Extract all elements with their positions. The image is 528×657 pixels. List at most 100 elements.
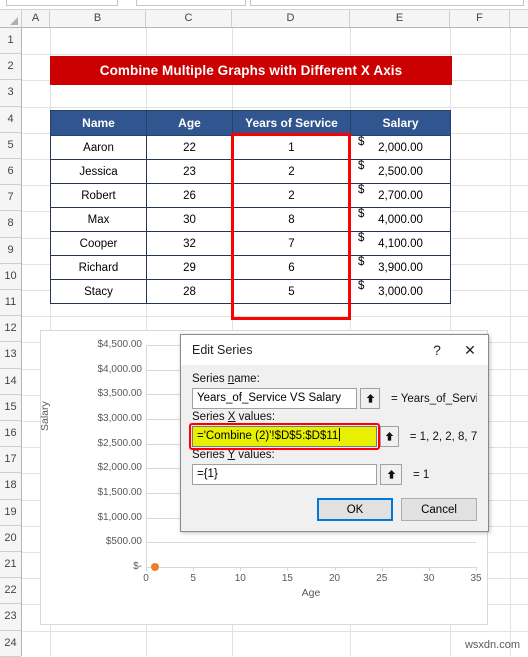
chart-y-tick-label: $- bbox=[133, 561, 142, 572]
chart-data-point[interactable] bbox=[151, 563, 160, 571]
cell-years-of-service[interactable]: 7 bbox=[232, 231, 351, 256]
column-header-C[interactable]: C bbox=[146, 10, 232, 27]
cell-age[interactable]: 29 bbox=[146, 255, 233, 280]
cell-age[interactable]: 28 bbox=[146, 279, 233, 304]
cell-years-of-service[interactable]: 5 bbox=[232, 279, 351, 304]
chart-x-tick-label: 0 bbox=[143, 573, 149, 584]
chart-x-tick-label: 5 bbox=[190, 573, 196, 584]
row-header-7[interactable]: 7 bbox=[0, 185, 21, 212]
series-y-input[interactable]: ={1} bbox=[192, 464, 377, 485]
chart-y-tick-label: $2,500.00 bbox=[97, 437, 143, 449]
cell-years-of-service[interactable]: 6 bbox=[232, 255, 351, 280]
cell-name[interactable]: Stacy bbox=[50, 279, 147, 304]
series-y-label: Series Y values: bbox=[192, 449, 275, 461]
column-header-D[interactable]: D bbox=[232, 10, 350, 27]
cell-age[interactable]: 26 bbox=[146, 183, 233, 208]
series-y-preview: = 1 bbox=[413, 468, 430, 481]
collapse-dialog-button-name[interactable] bbox=[360, 388, 381, 409]
row-header-16[interactable]: 16 bbox=[0, 421, 21, 448]
cell-age[interactable]: 22 bbox=[146, 135, 233, 160]
column-header-F[interactable]: F bbox=[450, 10, 510, 27]
table-row: Stacy 28 5 $3,000.00 bbox=[50, 279, 451, 304]
row-header-8[interactable]: 8 bbox=[0, 211, 21, 238]
cell-salary[interactable]: $3,000.00 bbox=[350, 279, 451, 304]
collapse-dialog-button-y[interactable] bbox=[380, 464, 402, 485]
row-header-3[interactable]: 3 bbox=[0, 80, 21, 107]
currency-symbol: $ bbox=[358, 232, 365, 244]
row-header-1[interactable]: 1 bbox=[0, 28, 21, 55]
series-y-row: ={1} = 1 bbox=[192, 464, 477, 485]
row-header-14[interactable]: 14 bbox=[0, 368, 21, 395]
column-header-A[interactable]: A bbox=[22, 10, 50, 27]
cell-salary[interactable]: $2,000.00 bbox=[350, 135, 451, 160]
row-header-22[interactable]: 22 bbox=[0, 578, 21, 605]
row-header-12[interactable]: 12 bbox=[0, 316, 21, 343]
cell-name[interactable]: Robert bbox=[50, 183, 147, 208]
row-header-20[interactable]: 20 bbox=[0, 525, 21, 552]
collapse-dialog-button-x[interactable] bbox=[380, 426, 399, 447]
chart-y-tick-label: $3,500.00 bbox=[97, 388, 143, 400]
chart-y-tick-label: $1,500.00 bbox=[97, 487, 143, 498]
row-header-17[interactable]: 17 bbox=[0, 447, 21, 474]
row-header-18[interactable]: 18 bbox=[0, 473, 21, 500]
column-header-B[interactable]: B bbox=[50, 10, 146, 27]
chart-x-axis-title: Age bbox=[301, 587, 321, 599]
column-header-salary: Salary bbox=[350, 110, 451, 136]
cell-years-of-service[interactable]: 2 bbox=[232, 183, 351, 208]
cell-salary[interactable]: $2,500.00 bbox=[350, 159, 451, 184]
series-x-input-wrapper: ='Combine (2)'!$D$5:$D$11 bbox=[189, 423, 380, 450]
row-header-15[interactable]: 15 bbox=[0, 394, 21, 421]
chart-y-tick-label: $3,000.00 bbox=[97, 413, 143, 424]
data-table: Name Age Years of Service Salary Aaron 22… bbox=[50, 110, 451, 304]
cell-salary[interactable]: $4,000.00 bbox=[350, 207, 451, 232]
chart-x-tick bbox=[146, 567, 147, 571]
cell-years-of-service[interactable]: 1 bbox=[232, 135, 351, 160]
cell-age[interactable]: 23 bbox=[146, 159, 233, 184]
cell-years-of-service[interactable]: 2 bbox=[232, 159, 351, 184]
column-header-E[interactable]: E bbox=[350, 10, 450, 27]
chart-gridline bbox=[146, 567, 476, 568]
chart-x-tick bbox=[428, 567, 430, 571]
select-all-corner[interactable] bbox=[0, 10, 22, 27]
cell-name[interactable]: Jessica bbox=[50, 159, 147, 184]
cell-salary[interactable]: $3,900.00 bbox=[350, 255, 451, 280]
ok-button[interactable]: OK bbox=[317, 498, 393, 521]
cell-salary[interactable]: $2,700.00 bbox=[350, 183, 451, 208]
series-x-input[interactable]: ='Combine (2)'!$D$5:$D$11 bbox=[192, 426, 377, 447]
cancel-button[interactable]: Cancel bbox=[401, 498, 477, 521]
chart-y-tick-label: $2,000.00 bbox=[97, 462, 143, 474]
cell-name[interactable]: Aaron bbox=[50, 135, 147, 160]
row-header-2[interactable]: 2 bbox=[0, 54, 21, 81]
chart-y-axis-line bbox=[146, 345, 147, 567]
row-header-5[interactable]: 5 bbox=[0, 132, 21, 159]
edit-series-dialog[interactable]: Edit Series ? ✕ Series name: Years_of_Se… bbox=[180, 334, 489, 532]
row-header-21[interactable]: 21 bbox=[0, 552, 21, 579]
cell-name[interactable]: Max bbox=[50, 207, 147, 232]
row-header-10[interactable]: 10 bbox=[0, 263, 21, 290]
text-caret bbox=[339, 428, 341, 441]
row-header-6[interactable]: 6 bbox=[0, 159, 21, 186]
dialog-title-bar: Edit Series ? ✕ bbox=[181, 335, 488, 365]
currency-symbol: $ bbox=[358, 280, 365, 292]
help-icon[interactable]: ? bbox=[422, 336, 452, 364]
chart-gridline bbox=[146, 542, 476, 544]
row-header-23[interactable]: 23 bbox=[0, 604, 21, 631]
top-strip bbox=[0, 0, 528, 10]
row-header-9[interactable]: 9 bbox=[0, 237, 21, 264]
table-row: Robert 26 2 $2,700.00 bbox=[50, 183, 451, 208]
cell-name[interactable]: Richard bbox=[50, 255, 147, 280]
cell-age[interactable]: 30 bbox=[146, 207, 233, 232]
row-header-19[interactable]: 19 bbox=[0, 499, 21, 526]
row-header-13[interactable]: 13 bbox=[0, 342, 21, 369]
row-header-4[interactable]: 4 bbox=[0, 106, 21, 133]
series-name-input[interactable]: Years_of_Service VS Salary bbox=[192, 388, 358, 409]
row-header-24[interactable]: 24 bbox=[0, 630, 21, 657]
row-header-11[interactable]: 11 bbox=[0, 290, 21, 317]
cell-years-of-service[interactable]: 8 bbox=[232, 207, 351, 232]
cell-name[interactable]: Cooper bbox=[50, 231, 147, 256]
cell-age[interactable]: 32 bbox=[146, 231, 233, 256]
close-icon[interactable]: ✕ bbox=[452, 336, 488, 364]
cell-salary[interactable]: $4,100.00 bbox=[350, 231, 451, 256]
grid-hline bbox=[22, 316, 528, 318]
grid-hline bbox=[22, 630, 528, 632]
